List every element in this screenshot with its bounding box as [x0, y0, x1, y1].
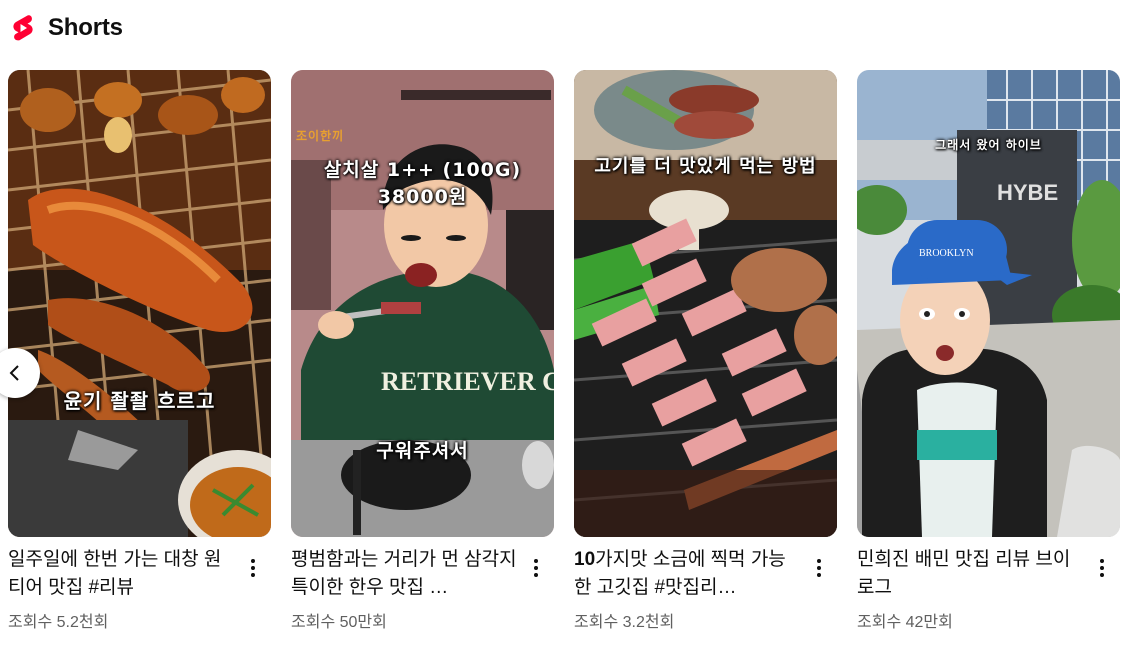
youtube-shorts-logo-icon [13, 15, 33, 41]
short-thumbnail[interactable]: 윤기 좔좔 흐르고 [8, 70, 271, 537]
video-caption: 그래서 왔어 하이브 [935, 138, 1042, 152]
short-thumbnail[interactable]: 고기를 더 맛있게 먹는 방법 [574, 70, 837, 537]
svg-text:RETRIEVER CLU: RETRIEVER CLU [381, 367, 554, 396]
more-vert-icon[interactable] [1090, 556, 1114, 580]
short-thumbnail[interactable]: RETRIEVER CLU 조이한끼 살치살 1++ (100G) 38000원… [291, 70, 554, 537]
short-title[interactable]: 평범함과는 거리가 먼 삼각지 특이한 한우 맛집 … [291, 546, 517, 602]
title-bold-prefix: 10 [574, 549, 596, 570]
video-caption-price: 38000원 [377, 186, 468, 208]
svg-text:BROOKLYN: BROOKLYN [919, 248, 974, 259]
short-thumbnail[interactable]: HYBE BROOKLYN 그래서 왔어 하이브 [857, 70, 1120, 537]
chevron-left-icon [9, 365, 19, 381]
video-caption: 고기를 더 맛있게 먹는 방법 [594, 156, 817, 177]
more-vert-icon[interactable] [807, 556, 831, 580]
view-count: 조회수 5.2천회 [8, 614, 109, 631]
video-caption: 구워주셔서 [376, 440, 469, 462]
shelf-title: Shorts [48, 14, 123, 41]
hybe-sign: HYBE [997, 180, 1058, 205]
more-vert-icon[interactable] [524, 556, 548, 580]
short-card[interactable]: 고기를 더 맛있게 먹는 방법 10가지맛 소금에 찍먹 가능한 고깃집 #맛집… [574, 70, 837, 640]
short-card[interactable]: 윤기 좔좔 흐르고 일주일에 한번 가는 대창 원티어 맛집 #리뷰 조회수 5… [8, 70, 271, 640]
shorts-shelf: 윤기 좔좔 흐르고 일주일에 한번 가는 대창 원티어 맛집 #리뷰 조회수 5… [0, 70, 1120, 640]
short-title[interactable]: 10가지맛 소금에 찍먹 가능한 고깃집 #맛집리… [574, 546, 800, 602]
more-vert-icon[interactable] [241, 556, 265, 580]
title-rest: 가지맛 소금에 찍먹 가능한 고깃집 #맛집리… [574, 549, 786, 598]
short-title[interactable]: 민희진 배민 맛집 리뷰 브이로그 [857, 546, 1083, 602]
short-card[interactable]: HYBE BROOKLYN 그래서 왔어 하이브 민희진 배민 맛집 리뷰 브이… [857, 70, 1120, 640]
short-title[interactable]: 일주일에 한번 가는 대창 원티어 맛집 #리뷰 [8, 546, 234, 602]
view-count: 조회수 3.2천회 [574, 614, 675, 631]
video-caption-top: 살치살 1++ (100G) [323, 159, 522, 181]
view-count: 조회수 50만회 [291, 614, 387, 631]
view-count: 조회수 42만회 [857, 614, 953, 631]
short-card[interactable]: RETRIEVER CLU 조이한끼 살치살 1++ (100G) 38000원… [291, 70, 554, 640]
channel-badge: 조이한끼 [296, 129, 345, 143]
video-caption: 윤기 좔좔 흐르고 [63, 389, 216, 413]
shorts-header: Shorts [12, 12, 123, 44]
